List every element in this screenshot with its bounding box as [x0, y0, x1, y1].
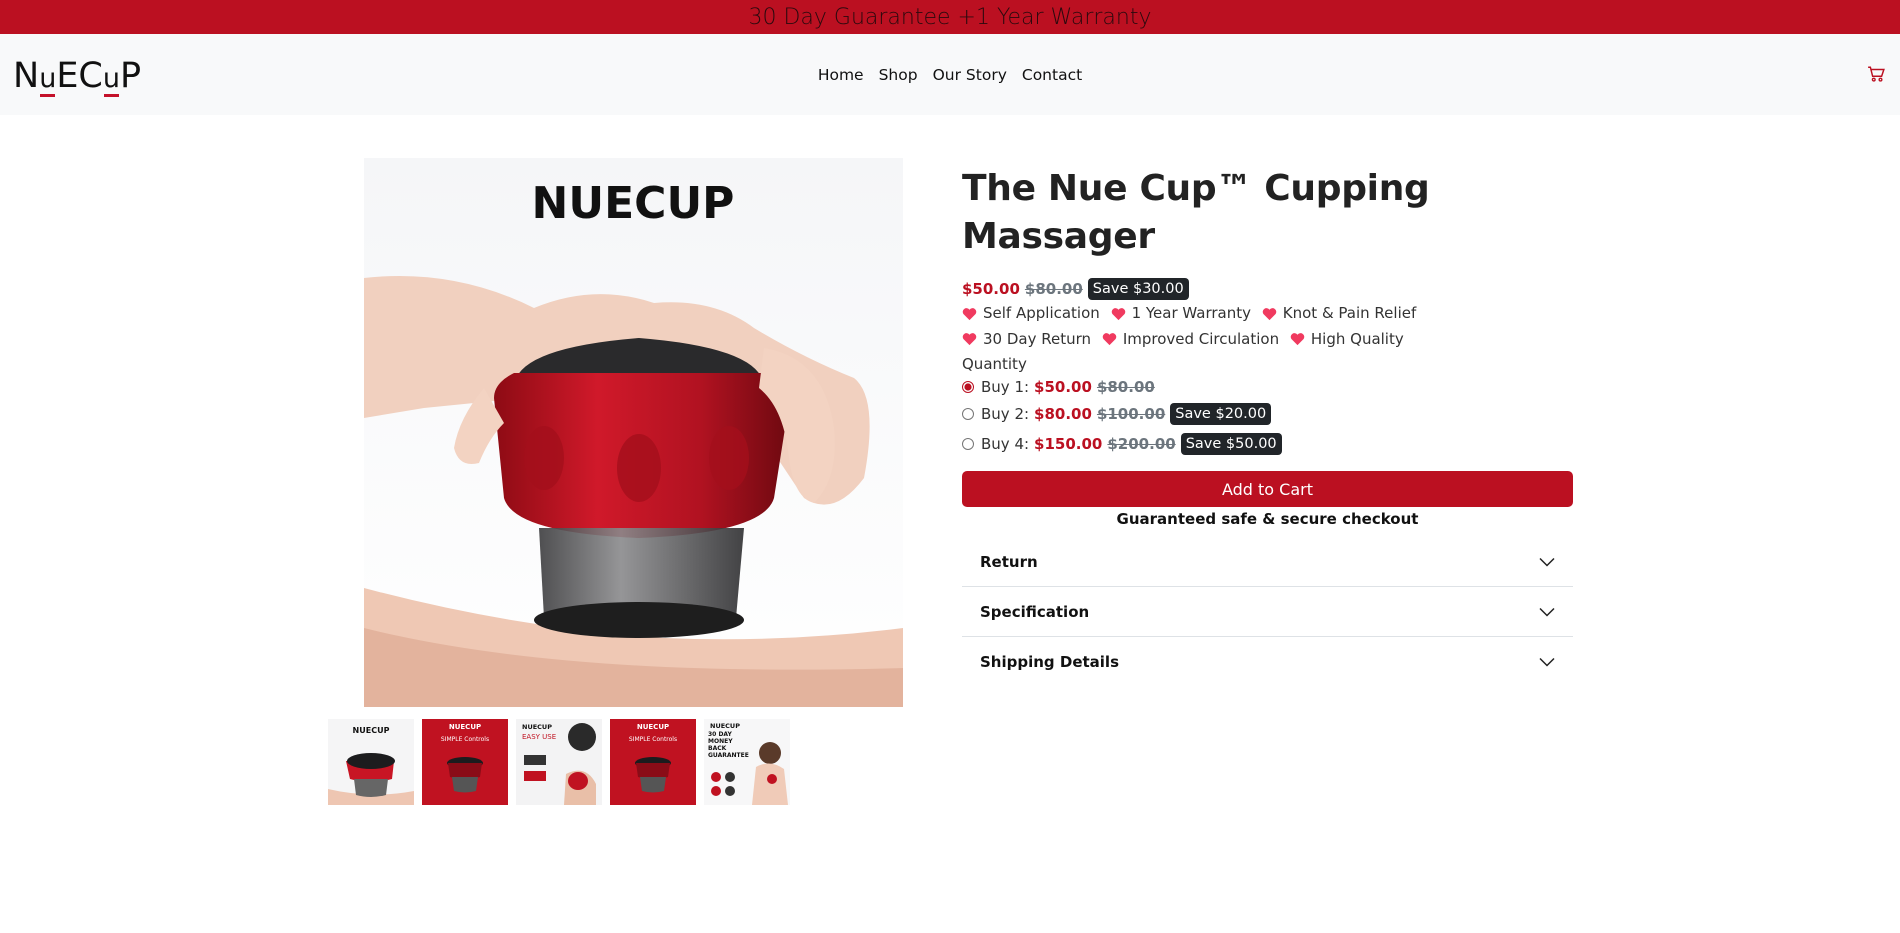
accordion-return[interactable]: Return [962, 537, 1573, 587]
svg-text:NUECUP: NUECUP [710, 722, 740, 730]
product-accordion: Return Specification Shipping Details [962, 537, 1573, 687]
compare-price: $80.00 [1024, 279, 1083, 298]
quantity-option-3[interactable]: Buy 4: $150.00 $200.00 Save $50.00 [962, 429, 1573, 459]
save-badge: Save $20.00 [1170, 403, 1272, 425]
thumbnail-2[interactable]: NUECUP SIMPLE Controls [422, 719, 508, 805]
save-badge: Save $50.00 [1180, 433, 1282, 455]
svg-text:NUECUP: NUECUP [532, 178, 735, 229]
nav-contact[interactable]: Contact [1022, 66, 1082, 84]
announcement-text: 30 Day Guarantee +1 Year Warranty [748, 4, 1152, 30]
main-nav: Home Shop Our Story Contact [0, 34, 1900, 115]
heart-icon [1262, 307, 1277, 320]
feature-item: 1 Year Warranty [1111, 302, 1251, 325]
price-line: $50.00 $80.00 Save $30.00 [962, 275, 1573, 302]
quantity-radio-1[interactable] [962, 381, 974, 393]
svg-text:EASY USE: EASY USE [522, 733, 556, 741]
heart-icon [1111, 307, 1125, 320]
heart-icon [962, 333, 977, 346]
svg-text:NUECUP: NUECUP [522, 723, 552, 731]
product-photo: NUECUP [364, 158, 903, 707]
nav-our-story[interactable]: Our Story [933, 66, 1007, 84]
svg-text:NUECUP: NUECUP [353, 726, 390, 735]
svg-text:NUECUP: NUECUP [449, 723, 481, 731]
thumbnail-1[interactable]: NUECUP [328, 719, 414, 805]
quantity-radio-3[interactable] [962, 438, 974, 450]
thumbnail-strip: NUECUP NUECUP SIMPLE Controls NUECUP EAS… [328, 719, 790, 805]
quantity-label: Quantity [962, 355, 1027, 373]
quantity-option-1[interactable]: Buy 1: $50.00 $80.00 [962, 375, 1573, 399]
svg-text:SIMPLE Controls: SIMPLE Controls [629, 736, 677, 743]
chevron-down-icon [1539, 657, 1555, 667]
heart-icon [962, 307, 977, 320]
thumbnail-5[interactable]: NUECUP 30 DAY MONEY BACK GUARANTEE [704, 719, 790, 805]
feature-item: Improved Circulation [1102, 328, 1279, 351]
accordion-specification[interactable]: Specification [962, 587, 1573, 637]
chevron-down-icon [1539, 557, 1555, 567]
quantity-option-2[interactable]: Buy 2: $80.00 $100.00 Save $20.00 [962, 399, 1573, 429]
save-badge: Save $30.00 [1087, 277, 1189, 300]
product-info: The Nue Cup™ Cupping Massager $50.00 $80… [962, 165, 1573, 687]
add-to-cart-button[interactable]: Add to Cart [962, 471, 1573, 507]
svg-text:SIMPLE Controls: SIMPLE Controls [441, 736, 489, 743]
secure-checkout-text: Guaranteed safe & secure checkout [1116, 510, 1419, 528]
heart-icon [1290, 333, 1305, 346]
product-title: The Nue Cup™ Cupping Massager [962, 168, 1430, 257]
product-main-image[interactable]: NUECUP [364, 158, 903, 707]
navbar: Nu EC u P Home Shop Our Story Contact [0, 34, 1900, 115]
feature-item: 30 Day Return [962, 328, 1091, 351]
thumbnail-4[interactable]: NUECUP SIMPLE Controls [610, 719, 696, 805]
feature-item: Knot & Pain Relief [1262, 302, 1416, 325]
feature-row-1: Self Application 1 Year Warranty Knot & … [962, 302, 1573, 328]
feature-item: Self Application [962, 302, 1100, 325]
heart-icon [1102, 333, 1117, 346]
thumbnail-3[interactable]: NUECUP EASY USE [516, 719, 602, 805]
feature-item: High Quality [1290, 328, 1404, 351]
announcement-bar: 30 Day Guarantee +1 Year Warranty [0, 0, 1900, 34]
svg-text:NUECUP: NUECUP [637, 723, 669, 731]
current-price: $50.00 [962, 279, 1020, 298]
accordion-shipping-details[interactable]: Shipping Details [962, 637, 1573, 687]
nav-shop[interactable]: Shop [879, 66, 918, 84]
chevron-down-icon [1539, 607, 1555, 617]
cart-icon[interactable] [1867, 65, 1885, 83]
feature-row-2: 30 Day Return Improved Circulation High … [962, 328, 1573, 354]
nav-home[interactable]: Home [818, 66, 864, 84]
quantity-radio-2[interactable] [962, 408, 974, 420]
